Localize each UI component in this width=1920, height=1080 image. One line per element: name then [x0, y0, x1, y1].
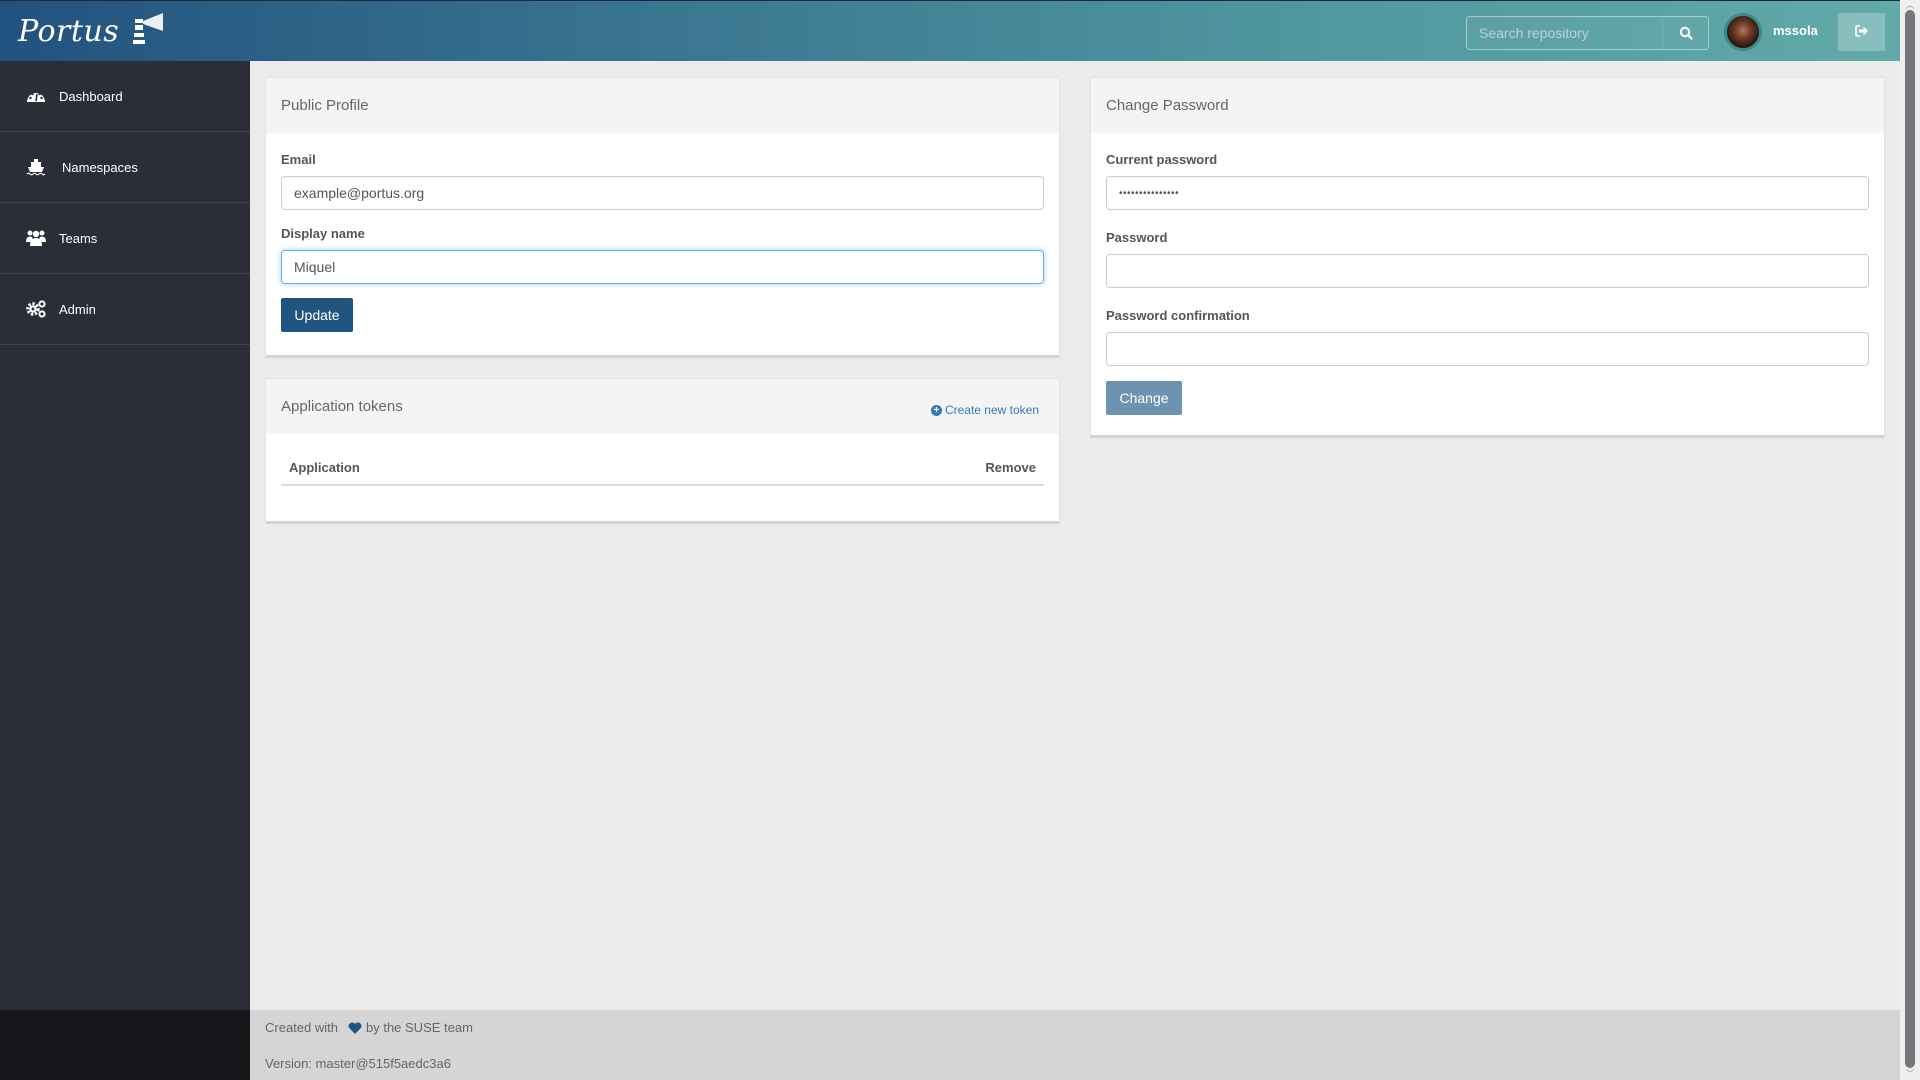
display-name-field[interactable] — [281, 250, 1044, 284]
page-scrollbar[interactable]: ︿ ﹀ — [1900, 0, 1920, 1080]
password-field[interactable] — [1106, 254, 1869, 288]
sidebar-item-namespaces[interactable]: Namespaces — [0, 132, 250, 203]
dashboard-icon — [25, 86, 47, 106]
sidebar-item-teams[interactable]: Teams — [0, 203, 250, 274]
users-icon — [25, 228, 47, 248]
user-avatar[interactable] — [1724, 13, 1762, 51]
scrollbar-thumb[interactable] — [1905, 10, 1915, 1068]
search-box — [1466, 16, 1709, 50]
password-confirmation-field[interactable] — [1106, 332, 1869, 366]
lighthouse-icon — [133, 13, 165, 49]
current-password-field[interactable] — [1106, 176, 1869, 210]
plus-circle-icon: + — [930, 404, 942, 416]
sidebar-item-label: Dashboard — [59, 88, 123, 104]
sidebar-item-dashboard[interactable]: Dashboard — [0, 61, 250, 132]
sidebar-item-label: Teams — [59, 230, 98, 246]
create-token-link[interactable]: + Create new token — [930, 403, 1039, 417]
logout-button[interactable] — [1838, 13, 1885, 51]
email-label: Email — [281, 152, 316, 167]
tokens-table-header: Application Remove — [281, 451, 1044, 486]
cogs-icon — [25, 299, 47, 319]
change-button[interactable]: Change — [1106, 381, 1182, 415]
panel-title: Application tokens + Create new token — [266, 379, 1059, 434]
footer-credits: Created with by the SUSE team — [265, 1020, 473, 1035]
panel-title: Public Profile — [266, 78, 1059, 133]
heart-icon — [348, 1021, 362, 1034]
display-name-label: Display name — [281, 226, 365, 241]
current-password-label: Current password — [1106, 152, 1218, 167]
change-password-panel: Change Password Current password Passwor… — [1090, 77, 1885, 438]
logo-text: Portus — [18, 13, 120, 49]
footer-created-suffix: by the SUSE team — [365, 1020, 473, 1035]
footer-created-prefix: Created with — [265, 1020, 338, 1035]
sidebar-item-label: Admin — [59, 301, 96, 317]
portus-logo[interactable]: Portus — [18, 9, 165, 53]
public-profile-panel: Public Profile Email Display name Update — [265, 77, 1060, 358]
scroll-up-icon[interactable]: ︿ — [1904, 1, 1916, 10]
create-token-label: Create new token — [944, 403, 1039, 417]
footer-version: Version: master@515f5aedc3a6 — [265, 1056, 451, 1071]
update-button[interactable]: Update — [281, 298, 353, 332]
footer: Created with by the SUSE team Version: m… — [250, 1010, 1900, 1080]
column-remove: Remove — [985, 460, 1036, 475]
sidebar-item-label: Namespaces — [62, 159, 138, 175]
sidebar-item-admin[interactable]: Admin — [0, 274, 250, 345]
username[interactable]: mssola — [1773, 23, 1818, 38]
top-navbar: Portus mssola — [0, 0, 1900, 61]
sidebar: Dashboard Namespaces Teams Admin — [0, 61, 250, 1010]
panel-title: Change Password — [1091, 78, 1884, 133]
search-icon[interactable] — [1662, 17, 1708, 49]
ship-icon — [25, 157, 47, 177]
application-tokens-panel: Application tokens + Create new token Ap… — [265, 378, 1060, 524]
scroll-down-icon[interactable]: ﹀ — [1904, 1070, 1916, 1079]
tokens-title: Application tokens — [281, 398, 403, 415]
password-label: Password — [1106, 230, 1168, 245]
search-input[interactable] — [1467, 17, 1662, 49]
password-confirmation-label: Password confirmation — [1106, 308, 1250, 323]
sign-out-icon — [1854, 24, 1869, 40]
column-application: Application — [289, 460, 360, 475]
email-field[interactable] — [281, 176, 1044, 210]
sidebar-footer — [0, 1010, 250, 1080]
